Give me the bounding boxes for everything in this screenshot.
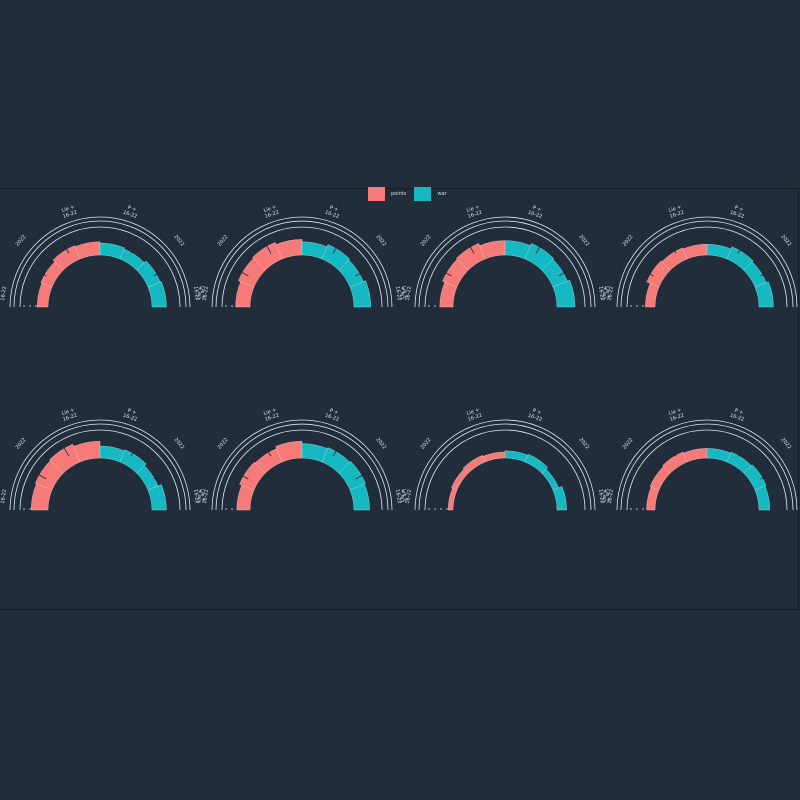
divider-6-0 [442, 473, 452, 480]
category-label-0-0: Lie +16-22 [0, 285, 8, 301]
points-bar-6-1 [451, 468, 469, 491]
category-label-6-1: 2022 [420, 437, 433, 451]
category-label-5-2: Lie +16-22 [262, 407, 280, 423]
category-label-1-2: Lie +16-22 [262, 204, 280, 220]
divider-7-3 [760, 473, 770, 480]
category-label-3-4: 2022 [780, 234, 793, 248]
category-label-line-0-0-1: 16-22 [0, 286, 8, 301]
category-label-line-3-0-1: 16-22 [607, 286, 615, 301]
category-label-line-6-1-0: 2022 [420, 437, 433, 451]
category-label-line-4-0-1: 16-22 [0, 489, 8, 504]
guide-arc-6-2 [414, 419, 596, 511]
category-label-3-2: Lie +16-22 [667, 204, 685, 220]
category-label-4-1: 2022 [15, 437, 28, 451]
radial-charts: Lie +16-22 2022 Lie +16-22 P +16-22 2022 Lie … [0, 204, 800, 511]
category-label-line-5-0-1: 16-22 [202, 489, 210, 504]
category-label-line-7-4-0: 2022 [780, 437, 793, 451]
category-label-5-0: Lie +16-22 [196, 488, 210, 504]
guide-arc-7-2 [616, 419, 798, 511]
divider-4-3 [153, 473, 163, 480]
category-label-line-4-1-0: 2022 [15, 437, 28, 451]
category-label-1-0: Lie +16-22 [196, 285, 210, 301]
divider-6-1 [468, 447, 475, 457]
war-bar-7-3 [754, 485, 771, 511]
category-label-line-7-0-1: 16-22 [607, 489, 615, 504]
divider-3-1 [670, 244, 677, 254]
divider-7-1 [670, 447, 677, 457]
war-bar-6-0 [504, 450, 528, 463]
war-bar-6-3 [552, 486, 567, 511]
points-mid-6-2 [449, 454, 560, 510]
category-label-line-2-1-0: 2022 [420, 234, 433, 248]
category-label-5-3: P +16-22 [324, 407, 342, 423]
points-bar-7-0 [646, 486, 660, 511]
category-label-line-1-4-0: 2022 [375, 234, 388, 248]
category-label-7-2: Lie +16-22 [667, 407, 685, 423]
category-label-7-1: 2022 [622, 437, 635, 451]
category-label-5-4: 2022 [375, 437, 388, 451]
category-label-4-2: Lie +16-22 [60, 407, 78, 423]
points-bar-6-0 [447, 488, 458, 511]
category-label-0-4: 2022 [173, 234, 186, 248]
points-bar-6-3 [482, 451, 506, 463]
category-label-line-7-1-0: 2022 [622, 437, 635, 451]
category-label-line-0-1-0: 2022 [15, 234, 28, 248]
category-label-line-1-0-1: 16-22 [202, 286, 210, 301]
category-label-2-0: Lie +16-22 [399, 285, 413, 301]
category-label-2-4: 2022 [578, 234, 591, 248]
war-bar-3-0 [706, 243, 732, 260]
category-label-7-4: 2022 [780, 437, 793, 451]
category-label-6-3: P +16-22 [527, 407, 545, 423]
category-label-0-3: P +16-22 [122, 204, 140, 220]
divider-6-2 [535, 447, 542, 457]
divider-3-3 [760, 270, 770, 277]
category-label-7-3: P +16-22 [729, 407, 747, 423]
category-label-line-4-4-0: 2022 [173, 437, 186, 451]
category-label-line-3-4-0: 2022 [780, 234, 793, 248]
category-label-line-1-1-0: 2022 [217, 234, 230, 248]
category-label-6-2: Lie +16-22 [465, 407, 483, 423]
category-label-line-0-4-0: 2022 [173, 234, 186, 248]
category-label-2-1: 2022 [420, 234, 433, 248]
points-bar-7-3 [683, 448, 708, 463]
category-label-line-5-4-0: 2022 [375, 437, 388, 451]
category-label-1-1: 2022 [217, 234, 230, 248]
category-label-2-2: Lie +16-22 [465, 204, 483, 220]
category-label-6-4: 2022 [578, 437, 591, 451]
category-label-4-4: 2022 [173, 437, 186, 451]
category-label-5-1: 2022 [217, 437, 230, 451]
category-label-2-3: P +16-22 [527, 204, 545, 220]
category-label-line-5-1-0: 2022 [217, 437, 230, 451]
category-label-0-2: Lie +16-22 [60, 204, 78, 220]
category-label-3-1: 2022 [622, 234, 635, 248]
divider-0-0 [37, 270, 47, 277]
points-mid-7-2 [650, 453, 765, 510]
points-bar-3-0 [645, 283, 660, 308]
category-label-3-0: Lie +16-22 [601, 285, 615, 301]
divider-6-3 [558, 473, 568, 480]
war-bar-6-1 [524, 453, 548, 474]
points-bar-0-0 [36, 282, 53, 308]
category-label-4-3: P +16-22 [122, 407, 140, 423]
category-label-0-1: 2022 [15, 234, 28, 248]
divider-7-2 [737, 447, 744, 457]
category-label-1-4: 2022 [375, 234, 388, 248]
divider-7-0 [644, 473, 654, 480]
category-label-1-3: P +16-22 [324, 204, 342, 220]
category-label-line-3-1-0: 2022 [622, 234, 635, 248]
category-label-6-0: Lie +16-22 [399, 488, 413, 504]
category-label-line-2-0-1: 16-22 [405, 286, 413, 301]
category-label-line-6-4-0: 2022 [578, 437, 591, 451]
category-label-3-3: P +16-22 [729, 204, 747, 220]
points-bar-6-2 [462, 455, 486, 474]
category-label-line-2-4-0: 2022 [578, 234, 591, 248]
divider-0-2 [130, 244, 137, 254]
category-label-4-0: Lie +16-22 [0, 488, 8, 504]
points-bar-3-3 [682, 243, 708, 260]
war-bar-6-2 [541, 468, 559, 491]
category-label-7-0: Lie +16-22 [601, 488, 615, 504]
category-label-line-6-0-1: 16-22 [405, 489, 413, 504]
war-bar-7-0 [706, 448, 731, 463]
